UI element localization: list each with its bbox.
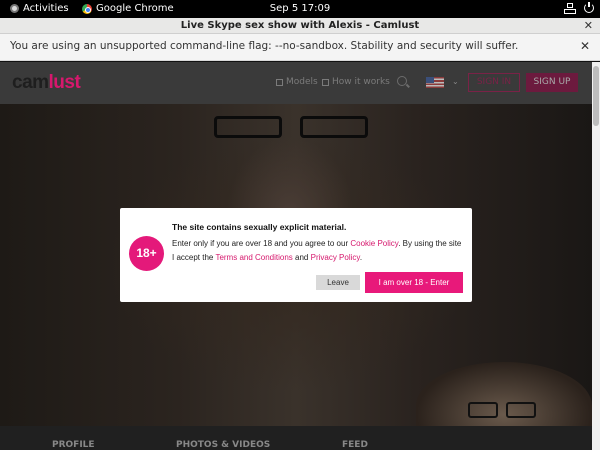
terms-link[interactable]: Terms and Conditions	[215, 253, 292, 262]
dialog-title: The site contains sexually explicit mate…	[172, 222, 347, 232]
power-icon[interactable]	[584, 2, 594, 13]
age-18-badge: 18+	[129, 236, 164, 271]
network-icon[interactable]	[564, 3, 576, 14]
enter-button[interactable]: I am over 18 - Enter	[365, 272, 463, 293]
scrollbar-thumb[interactable]	[593, 66, 599, 126]
page-scrollbar[interactable]	[592, 62, 600, 450]
warning-infobar: You are using an unsupported command-lin…	[0, 34, 600, 61]
infobar-close-icon[interactable]: ✕	[580, 39, 590, 53]
age-verification-dialog: 18+ The site contains sexually explicit …	[120, 208, 472, 302]
web-page: camlust Models How it works ⌄ SIGN IN SI…	[0, 62, 592, 450]
clock[interactable]: Sep 5 17:09	[0, 3, 600, 14]
system-top-bar: Activities Google Chrome Sep 5 17:09	[0, 0, 600, 18]
infobar-message: You are using an unsupported command-lin…	[10, 40, 519, 52]
modal-backdrop: 18+ The site contains sexually explicit …	[0, 62, 592, 450]
cookie-policy-link[interactable]: Cookie Policy	[350, 239, 398, 248]
window-titlebar: Live Skype sex show with Alexis - Camlus…	[0, 18, 600, 34]
dialog-body: Enter only if you are over 18 and you ag…	[172, 239, 462, 262]
system-tray[interactable]	[564, 2, 594, 14]
privacy-policy-link[interactable]: Privacy Policy	[311, 253, 360, 262]
close-window-icon[interactable]: ✕	[584, 19, 593, 32]
window-title: Live Skype sex show with Alexis - Camlus…	[180, 20, 420, 31]
leave-button[interactable]: Leave	[316, 275, 360, 290]
